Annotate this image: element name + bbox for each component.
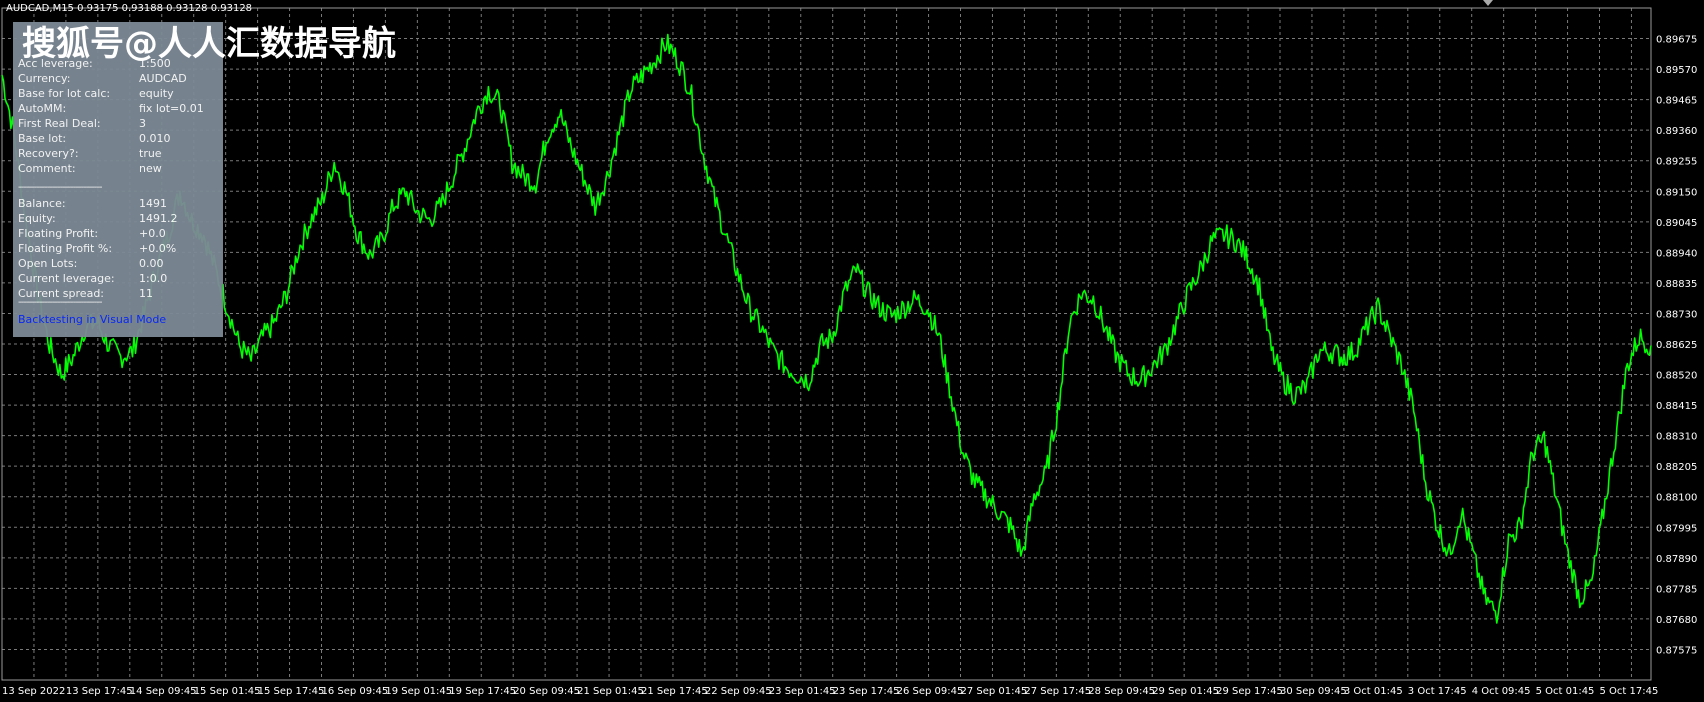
x-tick-label: 21 Sep 01:45 xyxy=(577,686,644,697)
info-key: Currency: xyxy=(18,72,71,85)
x-tick-label: 23 Sep 17:45 xyxy=(833,686,900,697)
info-value: true xyxy=(139,147,162,160)
x-tick-label: 3 Oct 17:45 xyxy=(1408,686,1467,697)
symbol-quote-line: AUDCAD,M15 0.93175 0.93188 0.93128 0.931… xyxy=(6,3,253,14)
info-key: Comment: xyxy=(18,162,76,175)
info-key: First Real Deal: xyxy=(18,117,101,130)
info-value: 0.00 xyxy=(139,257,164,270)
x-tick-label: 20 Sep 09:45 xyxy=(513,686,580,697)
x-tick-label: 21 Sep 17:45 xyxy=(641,686,708,697)
info-value: 1:0.0 xyxy=(139,272,168,285)
scroll-marker-icon[interactable] xyxy=(1483,0,1493,6)
y-tick-label: 0.88940 xyxy=(1656,248,1697,259)
x-tick-label: 26 Sep 09:45 xyxy=(897,686,964,697)
info-value: +0.0 xyxy=(139,227,166,240)
chart-window: 0.89675 0.89570 0.89465 0.89360 0.89255 0.891… xyxy=(0,0,1704,702)
y-tick-label: 0.89255 xyxy=(1656,157,1697,168)
x-tick-label: 5 Oct 17:45 xyxy=(1600,686,1659,697)
x-tick-label: 29 Sep 01:45 xyxy=(1152,686,1219,697)
x-tick-label: 16 Sep 09:45 xyxy=(322,686,389,697)
x-tick-label: 28 Sep 09:45 xyxy=(1088,686,1155,697)
x-tick-label: 15 Sep 17:45 xyxy=(258,686,325,697)
x-tick-label: 27 Sep 17:45 xyxy=(1024,686,1091,697)
x-tick-label: 5 Oct 01:45 xyxy=(1536,686,1595,697)
y-tick-label: 0.89675 xyxy=(1656,35,1697,46)
info-value: +0.0% xyxy=(139,242,177,255)
info-value: 1491 xyxy=(139,197,167,210)
y-tick-label: 0.88835 xyxy=(1656,279,1697,290)
x-tick-label: 15 Sep 01:45 xyxy=(194,686,261,697)
info-key: Current leverage: xyxy=(18,272,115,285)
y-tick-label: 0.87785 xyxy=(1656,584,1697,595)
info-value: 1491.2 xyxy=(139,212,178,225)
y-tick-label: 0.87575 xyxy=(1656,645,1697,656)
x-tick-label: 19 Sep 17:45 xyxy=(449,686,516,697)
y-tick-label: 0.87995 xyxy=(1656,523,1697,534)
info-value: 11 xyxy=(139,287,153,300)
x-axis-tick-labels: 13 Sep 2022 13 Sep 17:4514 Sep 09:4515 Se… xyxy=(2,686,1658,697)
y-tick-label: 0.87680 xyxy=(1656,615,1697,626)
x-tick-label: 14 Sep 09:45 xyxy=(130,686,197,697)
source-watermark: 搜狐号@人人汇数据导航 xyxy=(22,24,396,64)
price-chart: 0.89675 0.89570 0.89465 0.89360 0.89255 0.891… xyxy=(0,0,1704,702)
info-key: AutoMM: xyxy=(18,102,67,115)
x-tick-label: 22 Sep 09:45 xyxy=(705,686,772,697)
info-value: equity xyxy=(139,87,174,100)
y-tick-label: 0.87890 xyxy=(1656,554,1697,565)
y-tick-label: 0.89570 xyxy=(1656,65,1697,76)
backtesting-visual-mode-link[interactable]: Backtesting in Visual Mode xyxy=(18,313,166,326)
y-tick-label: 0.89045 xyxy=(1656,218,1697,229)
y-tick-label: 0.88625 xyxy=(1656,340,1697,351)
info-key: Balance: xyxy=(18,197,66,210)
info-value: 0.010 xyxy=(139,132,171,145)
info-value: fix lot=0.01 xyxy=(139,102,204,115)
info-key: Open Lots: xyxy=(18,257,78,270)
y-tick-label: 0.89150 xyxy=(1656,187,1697,198)
ea-info-panel: Acc leverage: 1:500 Currency: AUDCAD Base fo… xyxy=(13,22,223,337)
info-key: Equity: xyxy=(18,212,56,225)
info-value: AUDCAD xyxy=(139,72,187,85)
x-tick-label: 19 Sep 01:45 xyxy=(385,686,452,697)
x-tick-label: 30 Sep 09:45 xyxy=(1280,686,1347,697)
x-tick-label: 13 Sep 2022 xyxy=(2,686,65,697)
y-axis-tick-labels: 0.89675 0.89570 0.89465 0.89360 0.89255 0.891… xyxy=(1656,35,1697,657)
y-tick-label: 0.88205 xyxy=(1656,462,1697,473)
x-tick-label: 13 Sep 17:45 xyxy=(66,686,133,697)
x-tick-label: 27 Sep 01:45 xyxy=(961,686,1028,697)
info-key: Floating Profit %: xyxy=(18,242,113,255)
x-tick-label: 3 Oct 01:45 xyxy=(1344,686,1403,697)
info-value: 3 xyxy=(139,117,146,130)
info-value: new xyxy=(139,162,162,175)
y-tick-label: 0.89360 xyxy=(1656,126,1697,137)
panel-separator: -------------------------------- xyxy=(18,297,102,308)
y-tick-label: 0.88730 xyxy=(1656,309,1697,320)
y-tick-label: 0.88100 xyxy=(1656,493,1697,504)
info-key: Base lot: xyxy=(18,132,67,145)
y-tick-label: 0.88520 xyxy=(1656,371,1697,382)
y-tick-label: 0.88415 xyxy=(1656,401,1697,412)
panel-separator: -------------------------------- xyxy=(18,182,102,193)
x-tick-label: 29 Sep 17:45 xyxy=(1216,686,1283,697)
x-tick-label: 4 Oct 09:45 xyxy=(1472,686,1531,697)
info-key: Base for lot calc: xyxy=(18,87,111,100)
y-tick-label: 0.88310 xyxy=(1656,432,1697,443)
x-tick-label: 23 Sep 01:45 xyxy=(769,686,836,697)
info-key: Recovery?: xyxy=(18,147,79,160)
y-tick-label: 0.89465 xyxy=(1656,96,1697,107)
info-key: Floating Profit: xyxy=(18,227,99,240)
